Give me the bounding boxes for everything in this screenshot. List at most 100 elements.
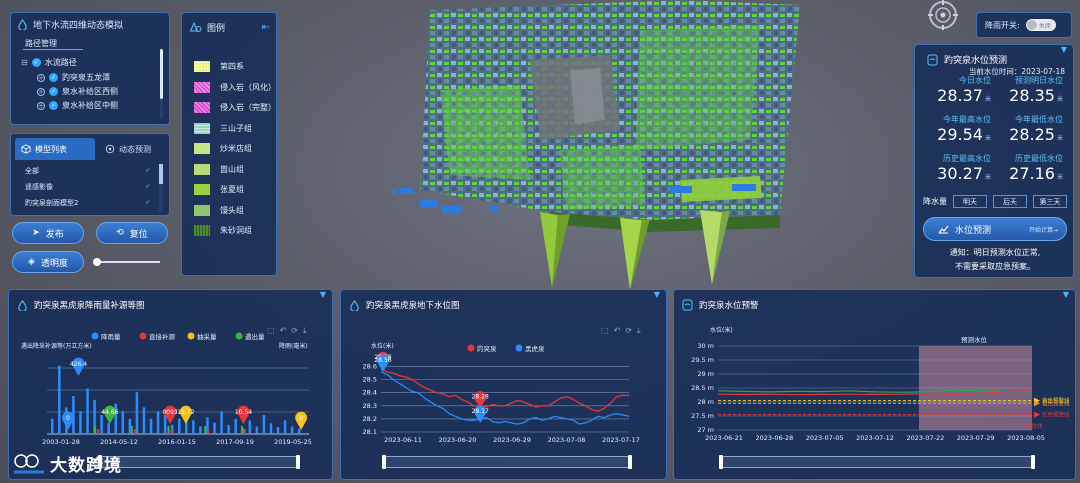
expand-icon[interactable]: + <box>37 101 45 110</box>
tree-root[interactable]: ⊟ ✓ 水流路径 <box>21 57 77 68</box>
reset-button[interactable]: ⟲ 复位 <box>96 222 168 244</box>
collapse-panel-icon[interactable]: ▼ <box>1061 45 1067 54</box>
reset-icon: ⟲ <box>116 228 124 238</box>
legend-item: 朱砂洞组 <box>194 225 252 236</box>
tab-path-manage[interactable]: 路径管理 <box>25 38 57 49</box>
recharge-bar <box>170 429 173 434</box>
warning-range-slider[interactable] <box>719 455 1035 469</box>
warning-chart-header: 趵突泉水位预警 <box>682 299 759 311</box>
tab-model-list[interactable]: 模型列表 <box>15 138 95 160</box>
outflow-bar <box>167 426 170 434</box>
check-icon[interactable]: ✓ <box>49 73 58 82</box>
model-row[interactable]: 全部 ✓ <box>25 166 151 176</box>
legend-item: 馒头组 <box>194 204 244 216</box>
stat-unit: 米 <box>1056 174 1063 181</box>
predict-label: 水位预测 <box>955 225 992 236</box>
level-warning-chart[interactable]: 水位(米) 预测水位 30 m 29.5 m 29 m 28.5 m 28 m 27.5 m 2… <box>674 320 1077 470</box>
legend-swatch <box>194 204 210 216</box>
rain-bar <box>255 426 259 434</box>
stat-label: 今年最高水位 <box>943 115 991 124</box>
legend-swatch <box>194 122 210 134</box>
rain-bar <box>248 420 252 434</box>
cube-icon <box>21 144 31 154</box>
stat-block: 预测明日水位 28.35 米 <box>993 75 1063 105</box>
legend-dot <box>187 332 195 340</box>
compass-icon[interactable] <box>922 0 964 34</box>
stat-value-row: 28.35 米 <box>993 86 1063 105</box>
tree-scrollbar[interactable] <box>160 49 163 119</box>
tree-item-1[interactable]: + ✓ 趵突泉五龙潭 <box>37 72 110 83</box>
tab-dynamic-predict[interactable]: 动态预测 <box>99 138 169 160</box>
transparency-slider-knob[interactable] <box>93 258 101 266</box>
rainfall-row: 降水量 明天 后天 第三天 <box>923 195 1067 208</box>
collapse-legend-icon[interactable]: ⇤ <box>262 22 270 33</box>
check-icon[interactable]: ✓ <box>31 58 41 67</box>
tree-item-2[interactable]: + ✓ 泉水补给区西侧 <box>37 86 118 97</box>
range-handle-right[interactable] <box>628 455 632 469</box>
range-handle-left[interactable] <box>719 455 723 469</box>
stat-label: 预测明日水位 <box>1015 76 1063 85</box>
check-icon[interactable]: ✓ <box>145 166 151 176</box>
watermark: 大数跨境 <box>12 451 122 476</box>
collapse-panel-icon[interactable]: ▼ <box>320 290 326 299</box>
legend-label: 黑虎泉 <box>525 344 545 353</box>
stat-value: 30.27 <box>937 164 983 183</box>
tree-item-3[interactable]: + ✓ 泉水补给区中侧 <box>37 100 118 111</box>
publish-button[interactable]: ➤ 发布 <box>12 222 84 244</box>
rain-bar <box>142 407 146 434</box>
rainfall-range-slider[interactable] <box>98 455 300 469</box>
legend-item: 炒米店组 <box>194 143 252 154</box>
range-handle-right[interactable] <box>296 455 300 469</box>
stat-label: 历史最低水位 <box>1015 154 1063 163</box>
chart-title: 趵突泉水位预警 <box>699 301 759 311</box>
x-tick-label: 2019-05-25 <box>274 438 312 446</box>
transparency-slider[interactable] <box>96 261 160 263</box>
tree-item-label: 泉水补给区西侧 <box>62 87 118 96</box>
day-tomorrow-button[interactable]: 明天 <box>953 195 987 208</box>
collapse-tree-icon[interactable]: ⊟ <box>21 58 28 67</box>
rain-switch-toggle[interactable]: 关闭 <box>1025 19 1056 31</box>
stat-label: 今日水位 <box>959 76 991 85</box>
marker-label: 0 <box>66 415 70 422</box>
day-third-button[interactable]: 第三天 <box>1033 195 1067 208</box>
model-row[interactable]: 趵突泉剖面模型2 ✓ <box>25 198 151 208</box>
transparency-button[interactable]: ◈ 透明度 <box>12 251 84 273</box>
level-range-slider[interactable] <box>382 455 632 469</box>
check-icon[interactable]: ✓ <box>145 182 151 192</box>
marker-label: 0 <box>299 415 303 422</box>
water-level-predict-button[interactable]: 水位预测 开始计算→ <box>923 217 1067 241</box>
expand-icon[interactable]: + <box>37 73 45 82</box>
expand-icon[interactable]: + <box>37 87 45 96</box>
toggle-knob <box>1026 20 1037 30</box>
chart-title: 趵突泉黑虎泉地下水位图 <box>366 301 460 311</box>
collapse-panel-icon[interactable]: ▼ <box>1063 290 1069 299</box>
day-after-button[interactable]: 后天 <box>993 195 1027 208</box>
check-icon[interactable]: ✓ <box>145 198 151 208</box>
rain-switch-label: 降雨开关: <box>985 20 1020 30</box>
range-handle-right[interactable] <box>1031 455 1035 469</box>
range-handle-left[interactable] <box>382 455 386 469</box>
panel-title: 地下水流四维动态模拟 <box>33 21 124 31</box>
3d-terrain-scene[interactable] <box>380 0 900 290</box>
rain-bar <box>121 411 125 434</box>
rain-bar <box>227 424 230 434</box>
model-row-label: 遥感影像 <box>25 183 53 191</box>
model-list-scrollbar[interactable] <box>159 164 163 212</box>
check-icon[interactable]: ✓ <box>49 101 58 110</box>
scroll-thumb[interactable] <box>160 49 163 99</box>
legend-swatch <box>194 81 210 93</box>
legend-label: 抽采量 <box>197 332 217 341</box>
stat-value: 28.37 <box>937 86 983 105</box>
rain-bar <box>213 422 216 434</box>
trend-chart-icon <box>938 225 949 234</box>
rain-bar <box>234 418 237 434</box>
collapse-panel-icon[interactable]: ▼ <box>654 290 660 299</box>
rain-bar <box>107 422 110 434</box>
scroll-thumb[interactable] <box>159 164 163 184</box>
outflow-bar <box>240 426 243 434</box>
legend-dot <box>235 332 243 340</box>
check-icon[interactable]: ✓ <box>49 87 58 96</box>
model-row[interactable]: 遥感影像 ✓ <box>25 182 151 192</box>
y-tick-label: 28.2 <box>363 415 377 423</box>
waterdrop-icon <box>18 299 27 311</box>
